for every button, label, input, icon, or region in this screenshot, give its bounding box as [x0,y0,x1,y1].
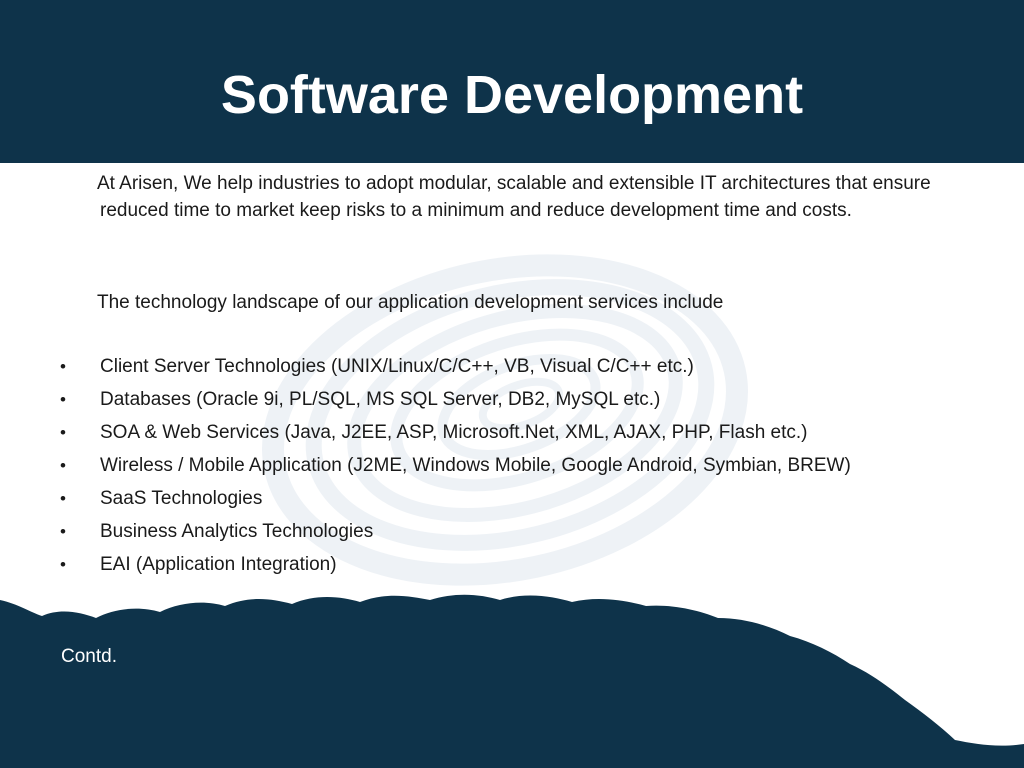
list-item: • Wireless / Mobile Application (J2ME, Wi… [60,452,980,485]
list-item: • Business Analytics Technologies [60,518,980,551]
list-item: • SaaS Technologies [60,485,980,518]
list-item-text: Business Analytics Technologies [100,521,374,542]
bullet-icon: • [60,489,66,508]
contd-label: Contd. [61,646,117,667]
list-item-text: Client Server Technologies (UNIX/Linux/C… [100,356,694,377]
list-item: • Databases (Oracle 9i, PL/SQL, MS SQL Se… [60,386,980,419]
list-item: • SOA & Web Services (Java, J2EE, ASP, Mi… [60,419,980,452]
bullet-icon: • [60,357,66,376]
bullet-icon: • [60,555,66,574]
list-item-text: Databases (Oracle 9i, PL/SQL, MS SQL Ser… [100,389,661,410]
list-item-text: EAI (Application Integration) [100,554,337,575]
bullet-icon: • [60,390,66,409]
landscape-paragraph: The technology landscape of our applicat… [97,292,724,313]
bullet-icon: • [60,423,66,442]
list-item-text: SOA & Web Services (Java, J2EE, ASP, Mic… [100,422,808,443]
list-item: • Client Server Technologies (UNIX/Linux/… [60,353,980,386]
bullet-icon: • [60,522,66,541]
bullet-icon: • [60,456,66,475]
list-item-text: SaaS Technologies [100,488,263,509]
list-item-text: Wireless / Mobile Application (J2ME, Win… [100,455,851,476]
slide: Software Development At Arisen, We help … [0,0,1024,768]
technology-list: • Client Server Technologies (UNIX/Linux/… [60,353,980,584]
intro-paragraph: At Arisen, We help industries to adopt m… [97,173,931,221]
list-item: • EAI (Application Integration) [60,551,980,584]
